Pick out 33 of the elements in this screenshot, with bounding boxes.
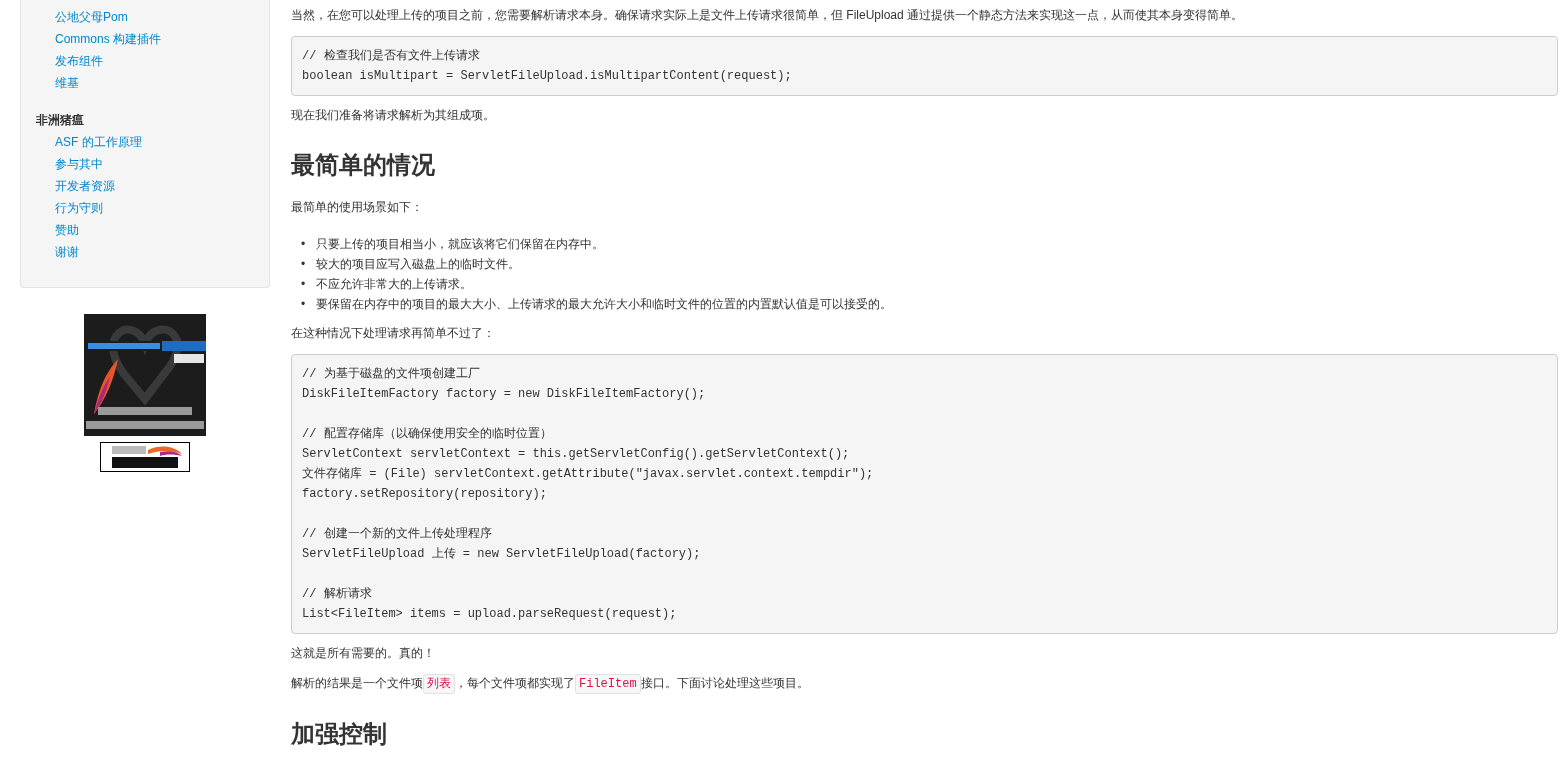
paragraph-text: 这就是所有需要的。真的！ [291,646,435,660]
sidebar-link[interactable]: 谢谢 [55,241,79,263]
paragraph-text: 接口。下面讨论处理这些项目。 [640,676,809,690]
section-heading: 最简单的情况 [291,150,436,180]
sidebar-link[interactable]: ASF 的工作原理 [55,131,142,153]
paragraph-text: ，每个文件项都实现了 [455,676,575,690]
list-item: 较大的项目应写入磁盘上的临时文件。 [316,256,520,273]
code-block: // 检查我们是否有文件上传请求 boolean isMultipart = ServletFileUpload.isMultipartContent(request); [291,36,1558,96]
sidebar-link[interactable]: 参与其中 [55,153,103,175]
paragraph-text: 当然，在您可以处理上传的项目之前，您需要解析请求本身。确保请求实际上是文件上传请求很简单，但 FileUpload 通过提供一个静态方法来实现这一点，从而使其本身变得简单。 [291,8,1244,22]
bullet: • [301,296,307,313]
list-item: 要保留在内存中的项目的最大大小、上传请求的最大允许大小和临时文件的位置的内置默认值是可以接受的。 [316,296,892,313]
paragraph-text: 最简单的使用场景如下： [291,200,423,214]
paragraph-text: 在这种情况下处理请求再简单不过了： [291,326,495,340]
bullet: • [301,276,307,293]
sidebar-link[interactable]: 开发者资源 [55,175,115,197]
list-item: 只要上传的项目相当小，就应该将它们保留在内存中。 [316,236,604,253]
sidebar-link[interactable]: 公地父母Pom [55,6,128,28]
inline-code: 列表 [423,674,455,694]
inline-code: FileItem [575,674,641,694]
sidebar-link[interactable]: 发布组件 [55,50,103,72]
sidebar-link[interactable]: Commons 构建插件 [55,28,161,50]
paragraph-text: 解析的结果是一个文件项 [291,676,423,690]
bullet: • [301,236,307,253]
sidebar-link[interactable]: 赞助 [55,219,79,241]
paragraph-text: 现在我们准备将请求解析为其组成项。 [291,108,495,122]
list-item: 不应允许非常大的上传请求。 [316,276,472,293]
sidebar-link[interactable]: 维基 [55,72,79,94]
sidebar-link[interactable]: 行为守则 [55,197,103,219]
sidebar-heading: 非洲猪瘟 [36,112,84,129]
section-heading: 加强控制 [291,719,388,749]
code-block: // 为基于磁盘的文件项创建工厂 DiskFileItemFactory factory = new DiskFileItemFactory(); // 配置存储库（以确保使用安全的临时位置） ServletContext servletContext = this.getServletConfig().getServletContext(); 文件存储库 = (File) servletContext.getAttribute("javax.servlet.context.tempdir"); factory.setRepository(repository); // 创建一个新的文件上传处理程序 ServletFileUpload 上传 = new ServletFileUpload(factory); // 解析请求 List<FileItem> items = upload.parseRequest(request); [291,354,1558,634]
bullet: • [301,256,307,273]
